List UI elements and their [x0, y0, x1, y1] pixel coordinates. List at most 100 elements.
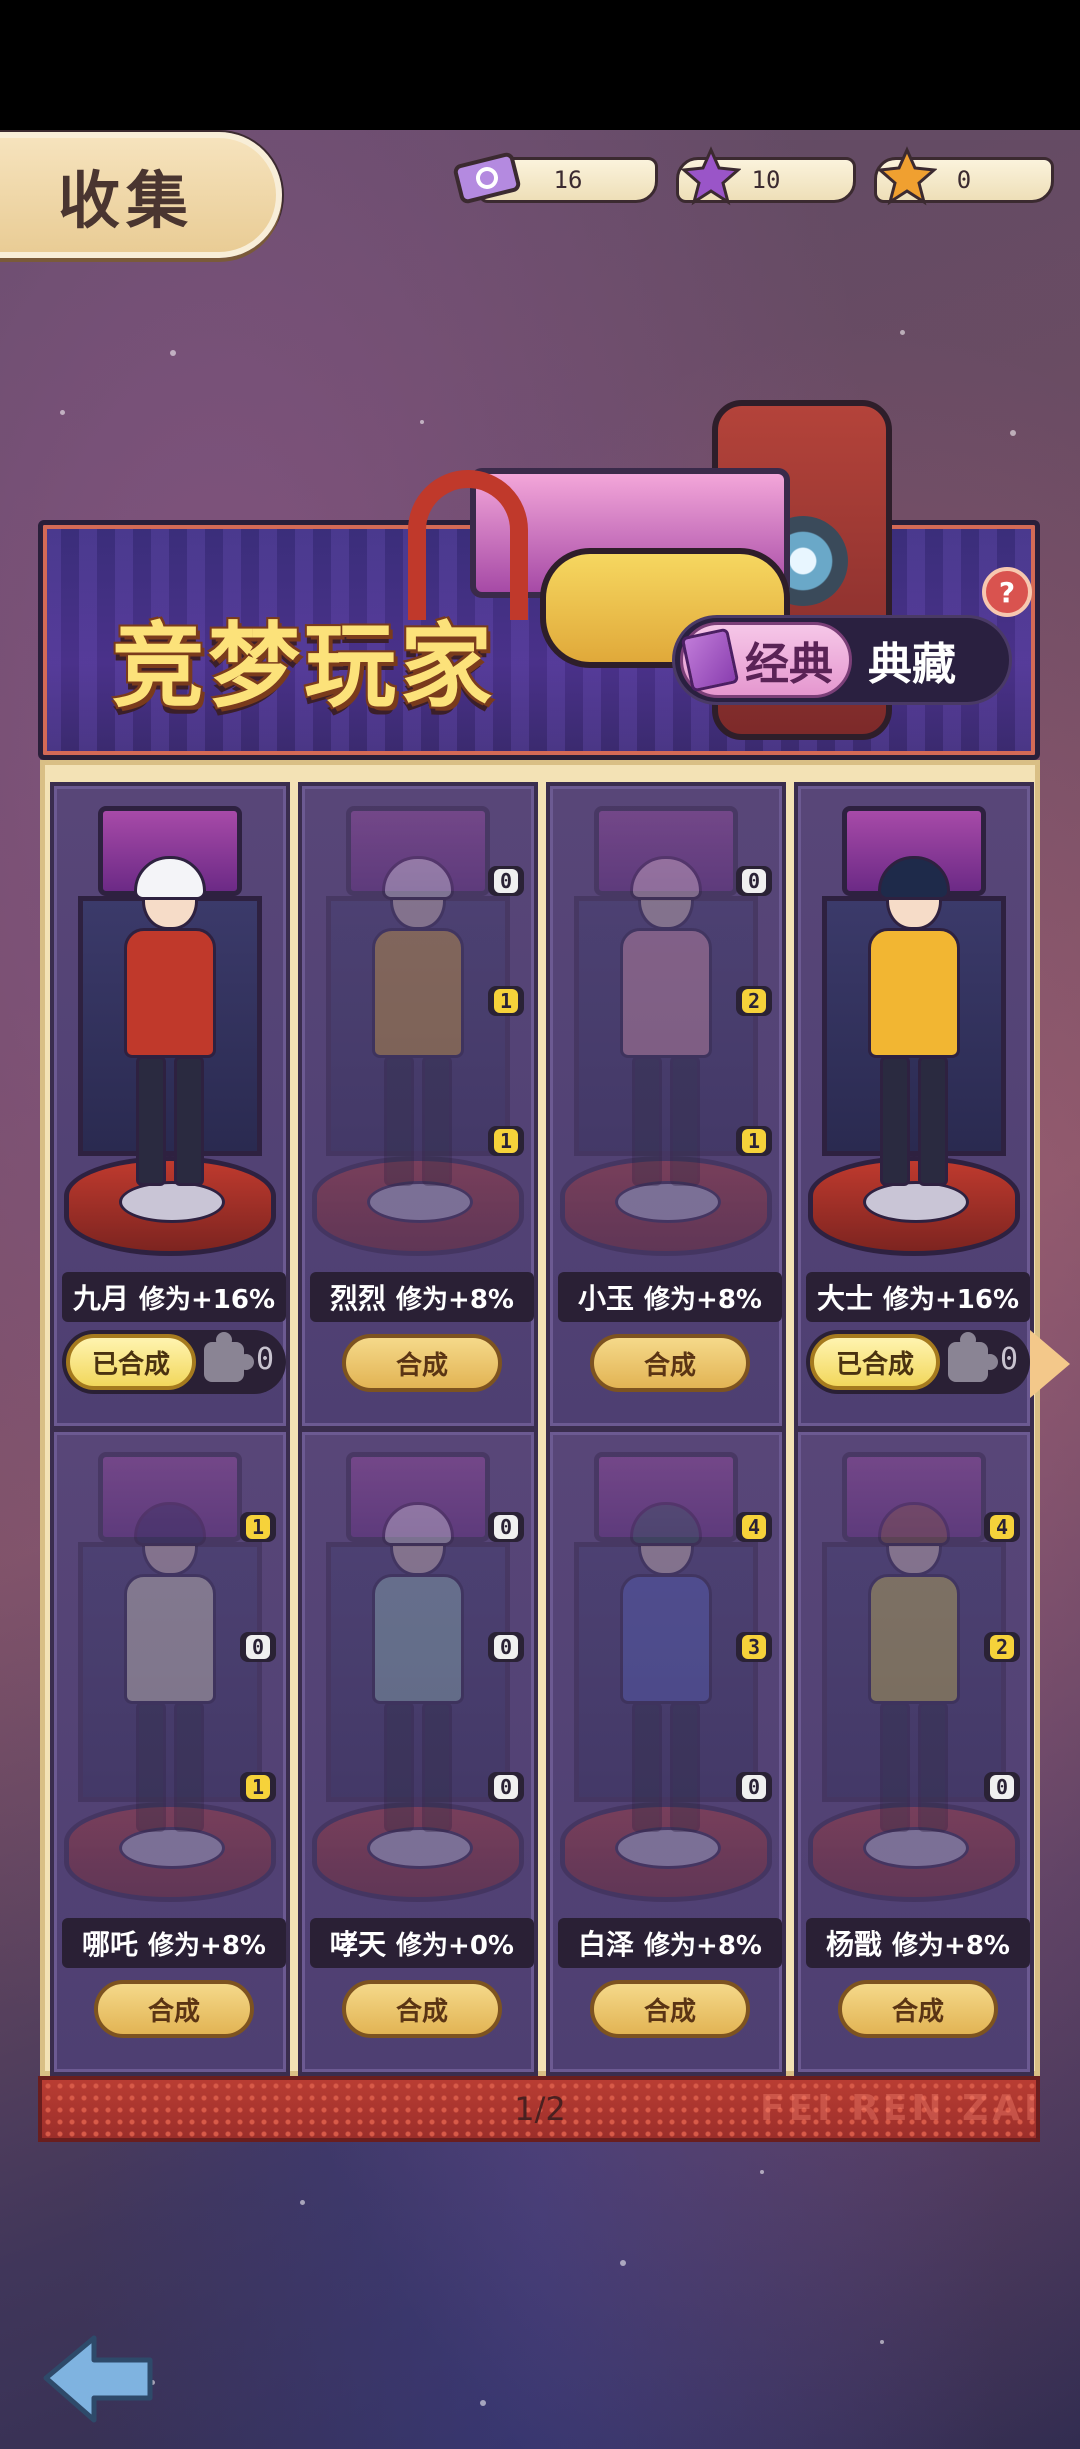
character-leg — [632, 1702, 662, 1832]
character-leg — [918, 1056, 948, 1186]
character-torso — [868, 928, 960, 1058]
fragment-count-badge: 0 — [487, 1772, 524, 1802]
character-bonus: 修为+16% — [138, 1284, 276, 1315]
back-arrow-icon — [43, 2335, 153, 2423]
character-card[interactable]: 杨戬 修为+8% 4 2 0 合成 — [794, 1428, 1034, 2076]
character-card[interactable]: 大士 修为+16% 已合成 0 — [794, 782, 1034, 1430]
character-name-row: 哪吒 修为+8% — [62, 1918, 286, 1968]
character-torso — [124, 1574, 216, 1704]
craft-button[interactable]: 合成 — [94, 1980, 254, 2038]
fragment-count: 4 — [741, 1515, 766, 1539]
fragment-count: 0 — [493, 1775, 518, 1799]
character-card[interactable]: 哮天 修为+0% 0 0 0 合成 — [298, 1428, 538, 2076]
character-name-row: 大士 修为+16% — [806, 1272, 1030, 1322]
fragment-count: 0 — [989, 1775, 1014, 1799]
fragment-count-badge: 0 — [487, 866, 524, 896]
fragment-count: 0 — [493, 1515, 518, 1539]
character-torso — [620, 1574, 712, 1704]
fragment-count-badge: 0 — [735, 866, 772, 896]
character-figure — [610, 1502, 722, 1842]
fragment-count: 0 — [493, 869, 518, 893]
fragment-count: 4 — [989, 1515, 1014, 1539]
display-pod — [312, 1442, 524, 1902]
fragment-count-badge: 0 — [735, 1772, 772, 1802]
display-pod — [64, 1442, 276, 1902]
fragment-owned-count: 0 — [1000, 1342, 1019, 1377]
character-torso — [372, 1574, 464, 1704]
character-bonus: 修为+16% — [882, 1284, 1020, 1315]
character-card[interactable]: 哪吒 修为+8% 1 0 1 合成 — [50, 1428, 290, 2076]
character-card[interactable]: 烈烈 修为+8% 0 1 1 合成 — [298, 782, 538, 1430]
craft-button[interactable]: 合成 — [838, 1980, 998, 2038]
crafted-status: 已合成 0 — [806, 1330, 1030, 1394]
fragment-count-badge: 1 — [239, 1772, 276, 1802]
craft-button[interactable]: 合成 — [590, 1980, 750, 2038]
back-button[interactable] — [38, 2328, 158, 2428]
crafted-status: 已合成 0 — [62, 1330, 286, 1394]
character-name-row: 哮天 修为+0% — [310, 1918, 534, 1968]
fragment-count-badge: 4 — [983, 1512, 1020, 1542]
character-leg — [422, 1056, 452, 1186]
fragment-count-badge: 0 — [487, 1512, 524, 1542]
fragment-count-badge: 2 — [983, 1632, 1020, 1662]
puzzle-piece-icon — [948, 1332, 998, 1382]
character-figure — [858, 1502, 970, 1842]
page-title: 收集 — [58, 164, 195, 237]
crafted-button[interactable]: 已合成 — [66, 1334, 196, 1390]
character-bonus: 修为+8% — [644, 1284, 762, 1315]
character-bonus: 修为+8% — [148, 1930, 266, 1961]
banner-title: 竞梦玩家 — [112, 613, 497, 720]
character-name-row: 杨戬 修为+8% — [806, 1918, 1030, 1968]
character-leg — [880, 1056, 910, 1186]
tab-collector[interactable]: 典藏 — [868, 630, 956, 690]
character-bonus: 修为+0% — [396, 1930, 514, 1961]
character-figure — [858, 856, 970, 1196]
fragment-count: 3 — [741, 1635, 766, 1659]
character-card[interactable]: 九月 修为+16% 已合成 0 — [50, 782, 290, 1430]
character-leg — [670, 1056, 700, 1186]
crafted-button[interactable]: 已合成 — [810, 1334, 940, 1390]
character-figure — [114, 856, 226, 1196]
help-button[interactable]: ? — [982, 567, 1032, 617]
character-leg — [174, 1056, 204, 1186]
character-bonus: 修为+8% — [892, 1930, 1010, 1961]
character-leg — [136, 1702, 166, 1832]
fragment-count-badge: 1 — [487, 986, 524, 1016]
fragment-count: 0 — [245, 1635, 270, 1659]
craft-button[interactable]: 合成 — [342, 1334, 502, 1392]
fragment-count: 0 — [741, 1775, 766, 1799]
character-name-row: 白泽 修为+8% — [558, 1918, 782, 1968]
craft-button[interactable]: 合成 — [342, 1980, 502, 2038]
character-leg — [384, 1056, 414, 1186]
fragment-count-badge: 1 — [239, 1512, 276, 1542]
page-indicator: 1/2 — [514, 2090, 566, 2128]
next-page-arrow[interactable] — [1030, 1330, 1070, 1398]
character-card[interactable]: 小玉 修为+8% 0 2 1 合成 — [546, 782, 786, 1430]
fragment-owned-count: 0 — [256, 1342, 275, 1377]
watermark-text: FEI REN ZAI — [760, 2088, 1042, 2129]
character-figure — [362, 1502, 474, 1842]
fragment-count-badge: 0 — [983, 1772, 1020, 1802]
character-name: 杨戬 — [826, 1928, 883, 1961]
character-leg — [422, 1702, 452, 1832]
character-torso — [372, 928, 464, 1058]
character-card[interactable]: 白泽 修为+8% 4 3 0 合成 — [546, 1428, 786, 2076]
character-bonus: 修为+8% — [644, 1930, 762, 1961]
display-pod — [560, 1442, 772, 1902]
character-torso — [620, 928, 712, 1058]
character-name: 小玉 — [578, 1282, 635, 1315]
character-name-row: 烈烈 修为+8% — [310, 1272, 534, 1322]
character-name: 烈烈 — [330, 1282, 387, 1315]
fragment-count: 1 — [245, 1775, 270, 1799]
craft-button[interactable]: 合成 — [590, 1334, 750, 1392]
character-figure — [610, 856, 722, 1196]
fragment-count-badge: 1 — [487, 1126, 524, 1156]
fragment-count: 2 — [741, 989, 766, 1013]
character-leg — [670, 1702, 700, 1832]
character-leg — [632, 1056, 662, 1186]
fragment-count-badge: 1 — [735, 1126, 772, 1156]
fragment-count-badge: 0 — [487, 1632, 524, 1662]
character-name: 白泽 — [578, 1928, 635, 1961]
character-name: 哮天 — [330, 1928, 387, 1961]
character-leg — [174, 1702, 204, 1832]
